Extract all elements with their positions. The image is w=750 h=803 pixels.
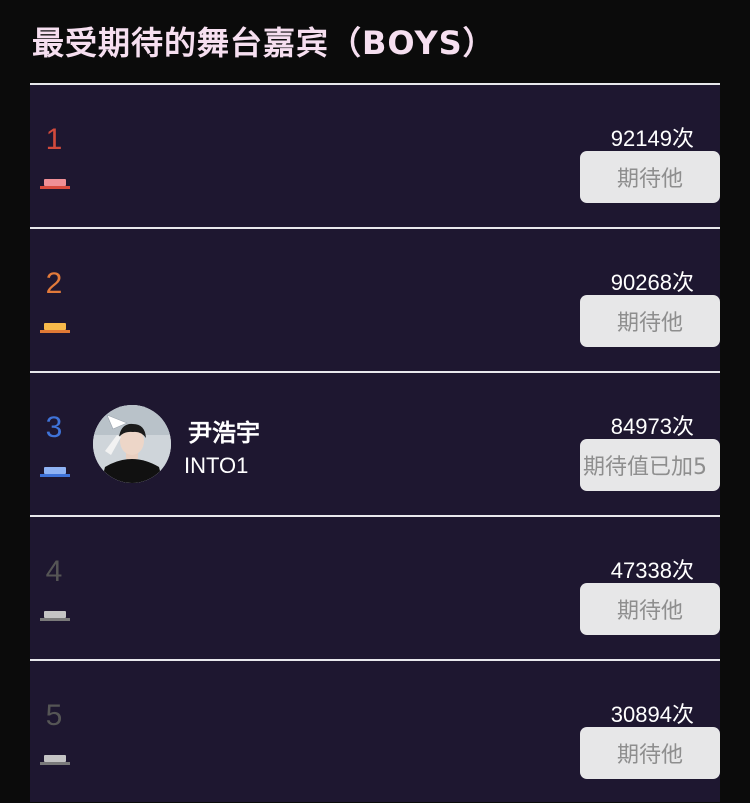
rank-podium-icon (40, 611, 70, 621)
rank-number: 1 (45, 123, 63, 156)
rank-number: 5 (45, 699, 63, 732)
guest-name: 尹浩宇 (188, 419, 260, 447)
expect-button[interactable]: 期待他 (580, 151, 720, 203)
rank-number: 4 (45, 555, 63, 588)
vote-count: 92149次 (610, 126, 694, 152)
rank-number: 3 (45, 411, 63, 444)
expect-button[interactable]: 期待他 (580, 295, 720, 347)
expect-button[interactable]: 期待他 (580, 583, 720, 635)
ranking-row-5: 5 30894次 期待他 (30, 659, 720, 803)
rank-podium-icon (40, 179, 70, 189)
expect-button[interactable]: 期待值已加5 (580, 439, 720, 491)
expect-button[interactable]: 期待他 (580, 727, 720, 779)
vote-count: 30894次 (610, 702, 694, 728)
ranking-list: 1 92149次 期待他 2 90268次 期待他 3 尹浩宇 INTO1 84… (30, 83, 720, 802)
rank-number: 2 (45, 267, 63, 300)
page-title: 最受期待的舞台嘉宾（BOYS） (32, 24, 496, 62)
rank-podium-icon (40, 323, 70, 333)
vote-count: 90268次 (610, 270, 694, 296)
avatar[interactable] (93, 405, 171, 483)
rank-podium-icon (40, 755, 70, 765)
vote-count: 47338次 (610, 558, 694, 584)
guest-group: INTO1 (184, 453, 249, 478)
ranking-row-3: 3 尹浩宇 INTO1 84973次 期待值已加5 (30, 371, 720, 515)
ranking-row-1: 1 92149次 期待他 (30, 83, 720, 227)
ranking-row-2: 2 90268次 期待他 (30, 227, 720, 371)
person-photo-icon (93, 405, 171, 483)
ranking-row-4: 4 47338次 期待他 (30, 515, 720, 659)
rank-podium-icon (40, 467, 70, 477)
vote-count: 84973次 (610, 414, 694, 440)
